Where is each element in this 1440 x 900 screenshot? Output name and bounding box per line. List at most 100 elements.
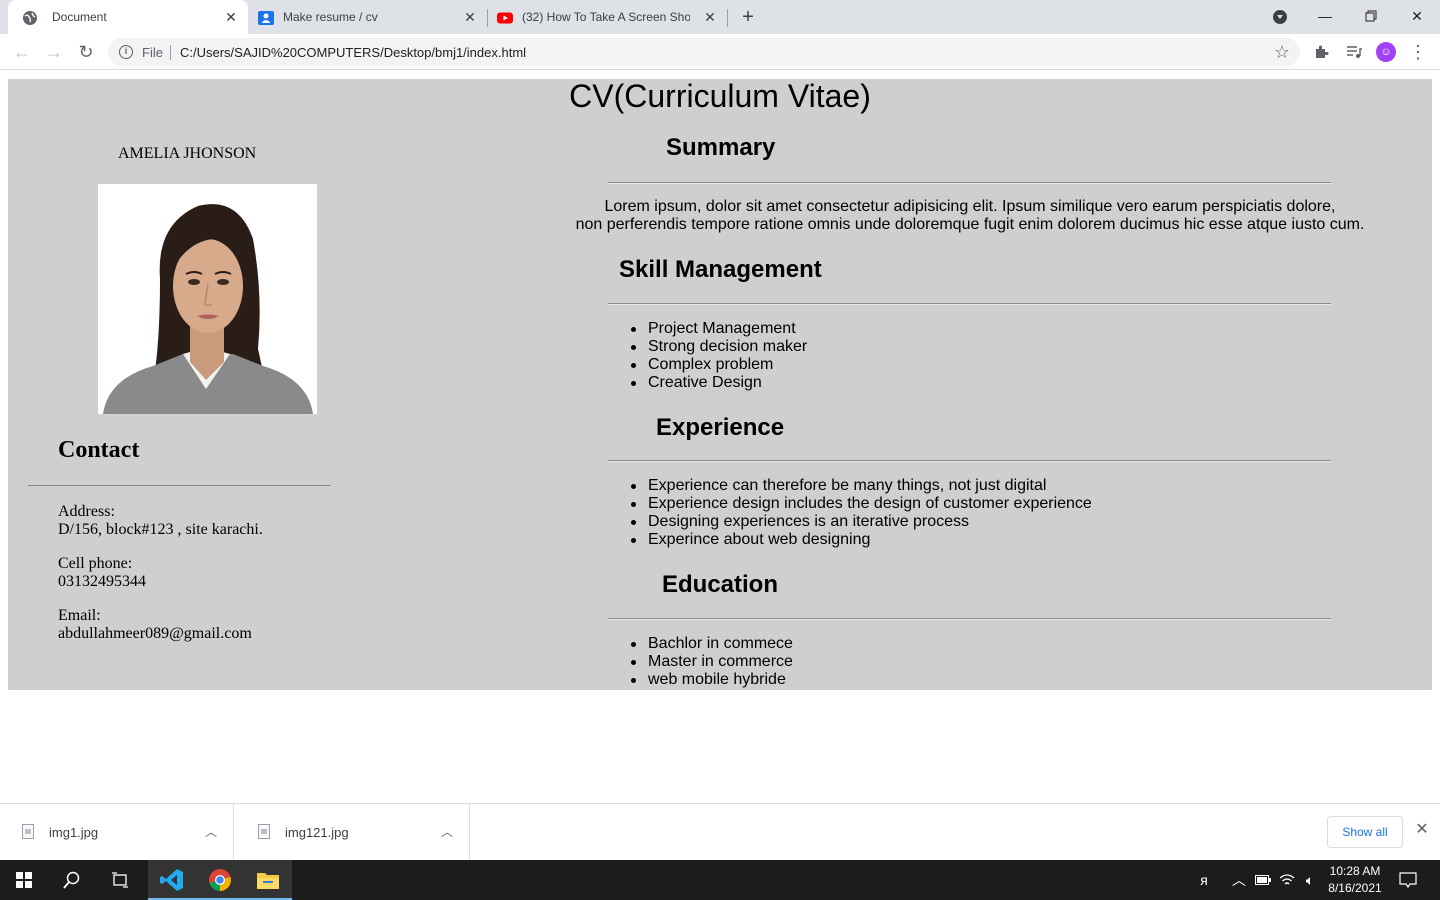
skills-divider: [608, 303, 1331, 304]
tab-search-icon[interactable]: [1273, 10, 1287, 24]
profile-photo: [98, 184, 317, 414]
bookmark-star-icon[interactable]: ☆: [1274, 42, 1290, 62]
tab-make-resume[interactable]: Make resume / cv ✕: [248, 0, 488, 34]
image-file-icon: [22, 824, 34, 839]
phone-block: Cell phone: 03132495344: [58, 555, 146, 591]
summary-text: Lorem ipsum, dolor sit amet consectetur …: [568, 198, 1372, 234]
tab-document[interactable]: Document ✕: [8, 0, 248, 34]
phone-label: Cell phone:: [58, 555, 133, 572]
email-value: abdullahmeer089@gmail.com: [58, 625, 252, 642]
volume-icon[interactable]: 🔈︎: [1300, 870, 1320, 890]
list-item: Master in commerce: [631, 653, 793, 670]
list-item: Experience design includes the design of…: [631, 495, 1092, 512]
list-item: Experience can therefore be many things,…: [631, 477, 1092, 495]
address-value: D/156, block#123 , site karachi.: [58, 521, 263, 538]
youtube-icon: [497, 12, 513, 24]
summary-heading: Summary: [666, 134, 776, 161]
search-icon: [63, 871, 80, 889]
chevron-up-icon[interactable]: ︿: [441, 823, 453, 840]
info-icon[interactable]: i: [119, 45, 133, 59]
chrome-icon: [209, 869, 231, 891]
windows-logo-icon: [16, 872, 32, 888]
summary-divider: [608, 182, 1331, 183]
close-tab-icon[interactable]: ✕: [462, 9, 478, 25]
chevron-up-icon[interactable]: ︿: [1230, 870, 1248, 890]
system-clock[interactable]: 10:28 AM 8/16/2021: [1323, 863, 1387, 897]
reload-icon[interactable]: ↻: [76, 42, 96, 62]
download-shelf: img1.jpg ︿ img121.jpg ︿ Show all ✕: [0, 803, 1440, 861]
extensions-puzzle-icon[interactable]: [1312, 42, 1332, 62]
list-item: Strong decision maker: [630, 338, 808, 355]
education-heading: Education: [662, 571, 779, 598]
close-window-icon[interactable]: ✕: [1405, 6, 1429, 26]
file-explorer-taskbar-button[interactable]: [244, 860, 292, 900]
forward-arrow-icon[interactable]: →: [44, 42, 64, 62]
minimize-icon[interactable]: —: [1313, 6, 1337, 26]
close-tab-icon[interactable]: ✕: [702, 9, 718, 25]
notifications-icon[interactable]: [1398, 870, 1418, 893]
folder-icon: [257, 873, 279, 889]
list-item: Designing experiences is an iterative pr…: [631, 513, 1092, 531]
url-scheme: File: [142, 45, 163, 60]
tab-title: (32) How To Take A Screen Shot c: [522, 10, 690, 24]
back-arrow-icon[interactable]: ←: [12, 42, 32, 62]
omnibox-divider: [170, 45, 171, 60]
search-button[interactable]: [48, 860, 96, 900]
people-icon[interactable]: ᴙ: [1194, 870, 1214, 890]
vscode-taskbar-button[interactable]: [148, 860, 196, 900]
restore-icon[interactable]: [1359, 6, 1383, 26]
contact-heading: Contact: [58, 437, 140, 463]
globe-icon: [23, 11, 37, 25]
profile-avatar-icon[interactable]: ☺: [1376, 42, 1396, 62]
close-tab-icon[interactable]: ✕: [223, 9, 239, 25]
experience-heading: Experience: [656, 414, 785, 441]
education-list: Bachlor in commece Master in commerce we…: [631, 635, 793, 689]
list-item: Project Management: [630, 320, 807, 338]
email-label: Email:: [58, 607, 101, 624]
show-all-button[interactable]: Show all: [1327, 816, 1403, 848]
tab-separator: [727, 9, 728, 27]
task-view-icon: [112, 872, 128, 888]
summary-line-1: Lorem ipsum, dolor sit amet consectetur …: [604, 198, 1336, 215]
cv-container: CV(Curriculum Vitae) AMELIA JHONSON Cont…: [8, 79, 1432, 690]
clock-date: 8/16/2021: [1328, 881, 1382, 895]
contact-divider: [28, 485, 331, 486]
list-item: Bachlor in commece: [631, 635, 793, 652]
menu-kebab-icon[interactable]: ⋮: [1408, 42, 1428, 62]
battery-icon[interactable]: [1254, 870, 1272, 890]
download-item[interactable]: img1.jpg ︿: [0, 804, 234, 861]
address-block: Address: D/156, block#123 , site karachi…: [58, 503, 263, 539]
task-view-button[interactable]: [96, 860, 144, 900]
close-shelf-icon[interactable]: ✕: [1413, 821, 1431, 839]
skills-list: Project Management Strong decision maker…: [630, 320, 808, 392]
clock-time: 10:28 AM: [1329, 864, 1381, 878]
education-divider: [608, 618, 1331, 619]
address-label: Address:: [58, 503, 115, 520]
tab-strip: Document ✕ Make resume / cv ✕ (32) How T…: [0, 0, 1440, 34]
download-item[interactable]: img121.jpg ︿: [236, 804, 470, 861]
tab-youtube[interactable]: (32) How To Take A Screen Shot c ✕: [488, 0, 728, 34]
experience-list: Experience can therefore be many things,…: [631, 477, 1092, 549]
list-item: web mobile hybride: [631, 671, 793, 689]
chevron-up-icon[interactable]: ︿: [205, 823, 217, 840]
list-item: Creative Design: [630, 374, 807, 392]
image-file-icon: [258, 824, 270, 839]
list-item: Experince about web designing: [631, 531, 1092, 549]
list-item: Complex problem: [630, 356, 807, 374]
vscode-icon: [160, 869, 183, 891]
tab-title: Make resume / cv: [283, 10, 378, 24]
address-bar[interactable]: i File C:/Users/SAJID%20COMPUTERS/Deskto…: [108, 38, 1300, 66]
wifi-icon[interactable]: [1278, 870, 1296, 892]
media-queue-icon[interactable]: [1344, 42, 1364, 62]
url-text[interactable]: C:/Users/SAJID%20COMPUTERS/Desktop/bmj1/…: [180, 45, 526, 60]
left-column: AMELIA JHONSON Contact Address: D/156, b…: [8, 79, 408, 690]
summary-line-2: non perferendis tempore ratione omnis un…: [575, 216, 1365, 233]
chrome-taskbar-button[interactable]: [196, 860, 244, 900]
start-button[interactable]: [0, 860, 48, 900]
contact-card-icon: [258, 11, 274, 25]
page-viewport: CV(Curriculum Vitae) AMELIA JHONSON Cont…: [0, 71, 1440, 803]
person-name: AMELIA JHONSON: [118, 145, 257, 162]
download-filename: img121.jpg: [285, 825, 349, 840]
experience-divider: [608, 460, 1331, 461]
new-tab-icon[interactable]: +: [738, 7, 758, 27]
